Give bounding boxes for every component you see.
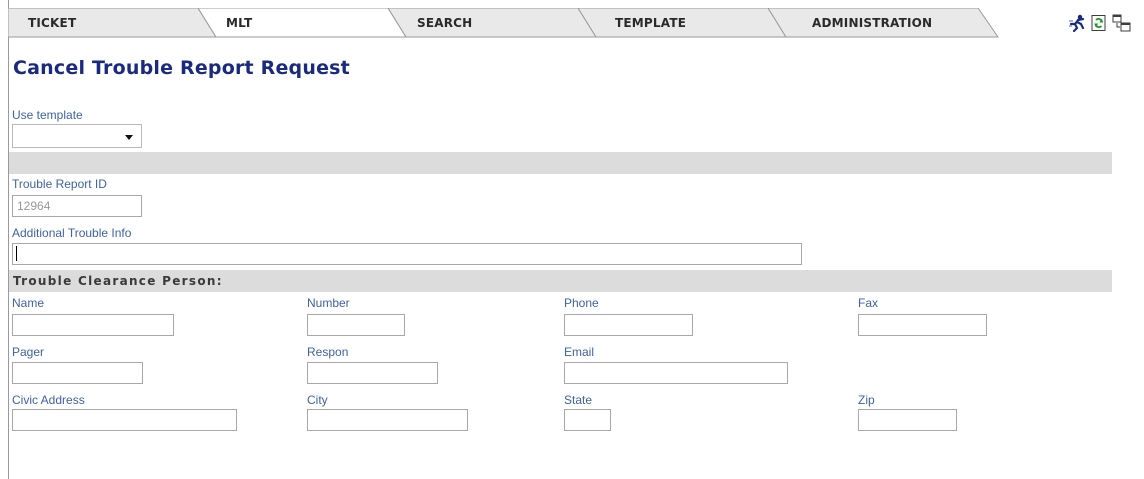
tab-ticket-label: TICKET [28,16,77,30]
city-label: City [307,393,328,407]
trouble-report-id-field[interactable]: 12964 [12,195,142,217]
use-template-label: Use template [12,108,83,122]
fax-label: Fax [858,296,879,310]
pager-label: Pager [12,345,45,359]
tab-template-label: TEMPLATE [615,16,687,30]
refresh-document-icon[interactable] [1090,14,1108,32]
name-label: Name [12,296,45,310]
tab-administration-label: ADMINISTRATION [812,16,933,30]
text-cursor [16,246,17,261]
trouble-report-id-label: Trouble Report ID [12,177,107,191]
tab-mlt[interactable]: MLT [198,8,408,38]
state-label: State [564,393,593,407]
civic-address-label: Civic Address [12,393,85,407]
running-man-icon[interactable] [1068,14,1086,33]
zip-field[interactable] [858,409,957,431]
page-title: Cancel Trouble Report Request [13,57,350,79]
tab-search-label: SEARCH [417,16,473,30]
respon-label: Respon [307,345,349,359]
civic-address-field[interactable] [12,409,237,431]
tab-administration[interactable]: ADMINISTRATION [768,8,1008,38]
email-label: Email [564,345,595,359]
window-switch-icon[interactable] [1112,14,1131,32]
email-field[interactable] [564,362,788,384]
number-label: Number [307,296,350,310]
additional-info-label: Additional Trouble Info [12,226,132,240]
tab-template[interactable]: TEMPLATE [578,8,788,38]
number-field[interactable] [307,314,405,336]
phone-field[interactable] [564,314,693,336]
tab-mlt-label: MLT [226,16,253,30]
additional-info-field[interactable] [12,243,802,265]
chevron-down-icon [125,135,133,140]
frame-border [8,0,9,479]
city-field[interactable] [307,409,468,431]
clearance-section-header: Trouble Clearance Person: [9,270,1112,292]
zip-label: Zip [858,393,875,407]
use-template-select[interactable] [12,124,142,148]
tab-search[interactable]: SEARCH [388,8,598,38]
tab-bar: TICKET MLT SEARCH TEMPLATE ADMINISTRATIO… [8,8,1008,38]
clearance-section-title: Trouble Clearance Person: [13,274,223,288]
state-field[interactable] [564,409,611,431]
name-field[interactable] [12,314,174,336]
respon-field[interactable] [307,362,438,384]
section-divider [9,152,1112,174]
fax-field[interactable] [858,314,987,336]
phone-label: Phone [564,296,599,310]
tab-ticket[interactable]: TICKET [8,8,218,38]
pager-field[interactable] [12,362,143,384]
